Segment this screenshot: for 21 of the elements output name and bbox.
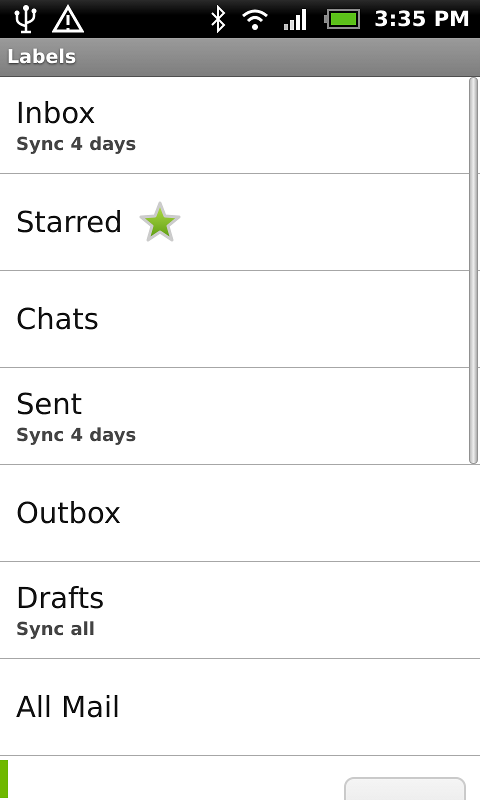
sync-info: Sync 4 days [16, 424, 136, 446]
label-name: Outbox [16, 496, 121, 530]
status-time: 3:35 PM [374, 7, 470, 31]
label-row[interactable]: Drafts Sync all [0, 562, 480, 659]
label-name: Starred [16, 205, 122, 239]
battery-icon [324, 9, 360, 29]
title-text: Labels [7, 46, 76, 68]
label-name: Inbox [16, 96, 96, 130]
sync-info: Sync 4 days [16, 134, 136, 154]
label-name: All Mail [16, 690, 120, 724]
scrollbar-thumb[interactable] [469, 77, 478, 464]
sync-info: Sync all [16, 618, 95, 640]
label-name: Sent [16, 386, 82, 420]
label-row[interactable]: All Mail [0, 659, 480, 756]
label-name: Drafts [16, 580, 104, 614]
bluetooth-icon [210, 5, 226, 33]
warning-icon [52, 4, 84, 34]
label-row[interactable]: Outbox [0, 465, 480, 562]
usb-icon [14, 4, 38, 34]
wifi-icon [240, 7, 270, 31]
label-name: Chats [16, 302, 99, 336]
